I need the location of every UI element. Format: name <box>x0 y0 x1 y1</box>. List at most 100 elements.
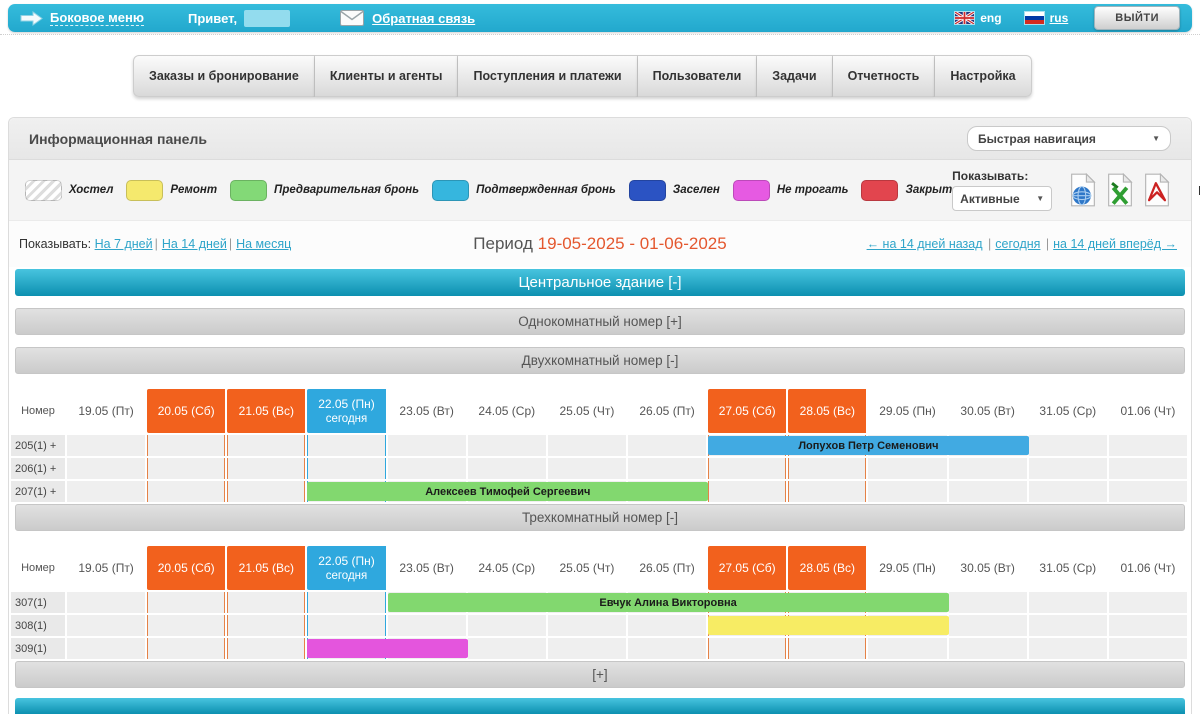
range-link-1[interactable]: На 14 дней <box>153 237 227 251</box>
building-header[interactable]: Центральное здание [-] <box>15 269 1185 296</box>
room-type-header-2[interactable]: Трехкомнатный номер [-] <box>15 504 1185 531</box>
day-cell[interactable] <box>67 615 147 636</box>
forward-14-days-link[interactable]: на 14 дней вперёд → <box>1044 237 1177 251</box>
day-cell[interactable] <box>227 458 307 479</box>
day-cell[interactable] <box>468 615 548 636</box>
uk-flag-icon[interactable] <box>954 11 975 25</box>
booking-bar[interactable] <box>708 616 948 635</box>
nav-tab-4[interactable]: Задачи <box>757 55 832 97</box>
day-cell[interactable] <box>628 435 708 456</box>
today-link[interactable]: сегодня <box>986 237 1040 251</box>
day-cell[interactable] <box>949 615 1029 636</box>
excel-export-icon[interactable] <box>1105 173 1135 207</box>
room-label[interactable]: 307(1) <box>11 592 67 613</box>
day-cell[interactable] <box>388 615 468 636</box>
day-cell[interactable] <box>548 435 628 456</box>
nav-tab-5[interactable]: Отчетность <box>833 55 936 97</box>
day-cell[interactable] <box>227 592 307 613</box>
quick-nav-select[interactable]: Быстрая навигация ▼ <box>967 126 1171 151</box>
day-cell[interactable] <box>227 615 307 636</box>
day-cell[interactable] <box>307 592 387 613</box>
room-label[interactable]: 205(1) + <box>11 435 67 456</box>
room-type-header-0[interactable]: Однокомнатный номер [+] <box>15 308 1185 335</box>
side-menu-link[interactable]: Боковое меню <box>50 10 144 26</box>
range-link-0[interactable]: На 7 дней <box>95 237 153 251</box>
day-cell[interactable] <box>1029 458 1109 479</box>
day-cell[interactable] <box>147 638 227 659</box>
envelope-icon[interactable] <box>340 10 364 26</box>
day-cell[interactable] <box>307 615 387 636</box>
day-cell[interactable] <box>1109 592 1189 613</box>
ru-flag-icon[interactable] <box>1024 11 1045 25</box>
day-cell[interactable] <box>949 592 1029 613</box>
day-cell[interactable] <box>868 458 948 479</box>
day-cell[interactable] <box>307 435 387 456</box>
day-cell[interactable] <box>147 592 227 613</box>
web-export-icon[interactable] <box>1068 173 1098 207</box>
booking-bar[interactable]: Лопухов Петр Семенович <box>708 436 1029 455</box>
day-cell[interactable] <box>67 481 147 502</box>
day-cell[interactable] <box>788 458 868 479</box>
day-cell[interactable] <box>388 435 468 456</box>
day-cell[interactable] <box>1109 458 1189 479</box>
day-cell[interactable] <box>1029 638 1109 659</box>
logout-button[interactable]: ВЫЙТИ <box>1094 6 1180 30</box>
nav-tab-3[interactable]: Пользователи <box>638 55 758 97</box>
day-cell[interactable] <box>468 458 548 479</box>
day-cell[interactable] <box>147 481 227 502</box>
day-cell[interactable] <box>548 615 628 636</box>
day-cell[interactable] <box>708 481 788 502</box>
booking-bar[interactable]: Евчук Алина Викторовна <box>388 593 949 612</box>
day-cell[interactable] <box>1029 481 1109 502</box>
day-cell[interactable] <box>1029 615 1109 636</box>
pdf-export-icon[interactable] <box>1142 173 1172 207</box>
status-filter-select[interactable]: Активные ▼ <box>952 186 1052 211</box>
day-cell[interactable] <box>548 458 628 479</box>
day-cell[interactable] <box>67 435 147 456</box>
day-cell[interactable] <box>1109 615 1189 636</box>
day-cell[interactable] <box>708 638 788 659</box>
day-cell[interactable] <box>227 481 307 502</box>
day-cell[interactable] <box>67 458 147 479</box>
day-cell[interactable] <box>868 638 948 659</box>
day-cell[interactable] <box>227 638 307 659</box>
range-link-2[interactable]: На месяц <box>227 237 291 251</box>
back-14-days-link[interactable]: ← на 14 дней назад <box>867 237 983 251</box>
day-cell[interactable] <box>788 481 868 502</box>
day-cell[interactable] <box>468 435 548 456</box>
day-cell[interactable] <box>67 592 147 613</box>
nav-tab-6[interactable]: Настройка <box>935 55 1031 97</box>
nav-tab-1[interactable]: Клиенты и агенты <box>315 55 459 97</box>
day-cell[interactable] <box>788 638 868 659</box>
day-cell[interactable] <box>1029 435 1109 456</box>
day-cell[interactable] <box>147 458 227 479</box>
day-cell[interactable] <box>67 638 147 659</box>
booking-bar[interactable]: Алексеев Тимофей Сергеевич <box>307 482 708 501</box>
nav-tab-0[interactable]: Заказы и бронирование <box>133 55 315 97</box>
day-cell[interactable] <box>949 481 1029 502</box>
room-type-header-3[interactable]: [+] <box>15 661 1185 688</box>
lang-eng-link[interactable]: eng <box>980 11 1001 25</box>
day-cell[interactable] <box>628 615 708 636</box>
day-cell[interactable] <box>949 638 1029 659</box>
room-label[interactable]: 309(1) <box>11 638 67 659</box>
feedback-link[interactable]: Обратная связь <box>372 11 475 26</box>
day-cell[interactable] <box>1109 638 1189 659</box>
day-cell[interactable] <box>548 638 628 659</box>
day-cell[interactable] <box>227 435 307 456</box>
day-cell[interactable] <box>388 458 468 479</box>
room-label[interactable]: 207(1) + <box>11 481 67 502</box>
room-label[interactable]: 308(1) <box>11 615 67 636</box>
room-type-header-1[interactable]: Двухкомнатный номер [-] <box>15 347 1185 374</box>
day-cell[interactable] <box>868 481 948 502</box>
day-cell[interactable] <box>1029 592 1109 613</box>
day-cell[interactable] <box>147 435 227 456</box>
day-cell[interactable] <box>307 458 387 479</box>
day-cell[interactable] <box>628 458 708 479</box>
room-label[interactable]: 206(1) + <box>11 458 67 479</box>
day-cell[interactable] <box>468 638 548 659</box>
day-cell[interactable] <box>1109 435 1189 456</box>
lang-rus-link[interactable]: rus <box>1050 11 1069 25</box>
booking-bar[interactable] <box>307 639 467 658</box>
day-cell[interactable] <box>1109 481 1189 502</box>
